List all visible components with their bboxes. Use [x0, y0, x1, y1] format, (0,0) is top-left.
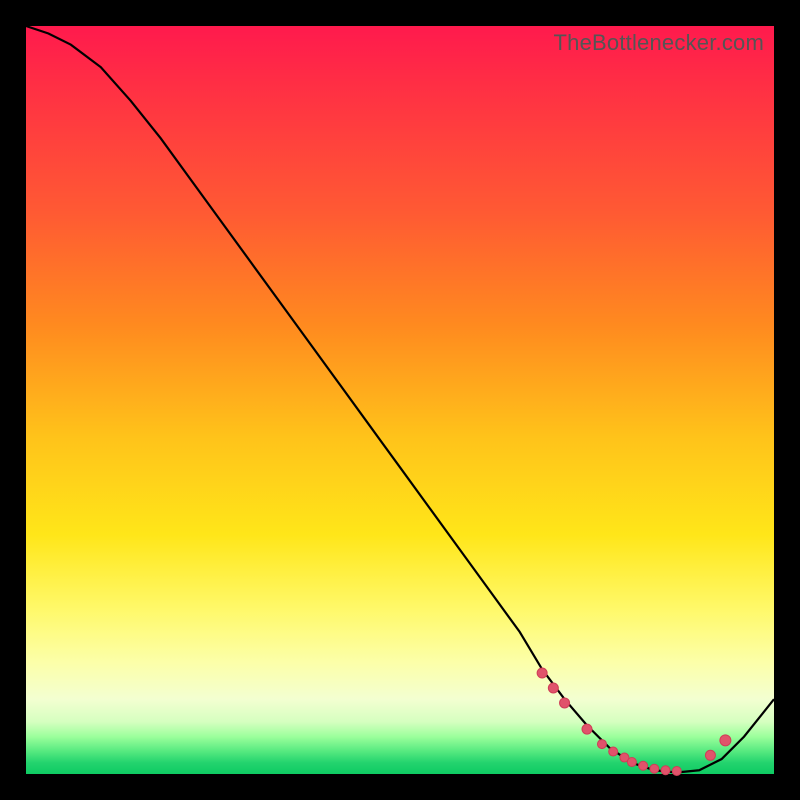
highlight-dot [548, 683, 558, 693]
highlight-dot [537, 668, 547, 678]
highlight-dot [560, 698, 570, 708]
highlight-dot [705, 750, 715, 760]
plot-area: TheBottlenecker.com [26, 26, 774, 774]
chart-overlay [26, 26, 774, 774]
highlight-dots-group [537, 668, 731, 775]
highlight-dot [627, 758, 636, 767]
highlight-dot [650, 764, 659, 773]
bottleneck-curve [26, 26, 774, 773]
highlight-dot [597, 740, 606, 749]
highlight-dot [639, 761, 648, 770]
chart-frame: TheBottlenecker.com [0, 0, 800, 800]
highlight-dot [672, 767, 681, 776]
highlight-dot [720, 735, 731, 746]
highlight-dot [661, 766, 670, 775]
highlight-dot [609, 747, 618, 756]
highlight-dot [582, 724, 592, 734]
